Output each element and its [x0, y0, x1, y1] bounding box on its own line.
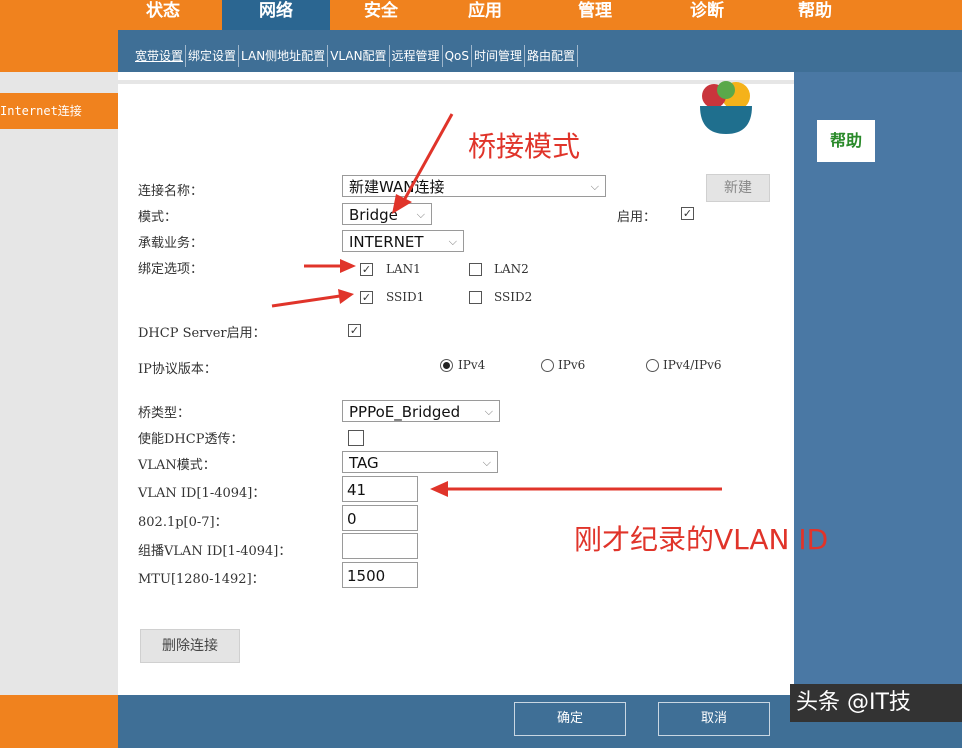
left-nav-internet[interactable]: Internet连接 — [0, 93, 118, 129]
help-panel — [794, 72, 962, 695]
delete-connection-button[interactable]: 删除连接 — [140, 629, 240, 663]
tab-status[interactable]: 状态 — [128, 0, 198, 30]
subtab-lan-address[interactable]: LAN侧地址配置 — [239, 45, 329, 67]
lan1-label: LAN1 — [386, 262, 421, 276]
multicast-vlan-input[interactable] — [342, 533, 418, 559]
mtu-label: MTU[1280-1492]： — [138, 572, 265, 587]
vlan-note-annotation: 刚才纪录的VLAN ID — [574, 523, 829, 556]
chevron-down-icon: ⌵ — [448, 235, 457, 248]
lan1-checkbox[interactable]: ✓ — [360, 263, 373, 276]
connection-name-label: 连接名称： — [138, 184, 204, 199]
subtab-time[interactable]: 时间管理 — [472, 45, 525, 67]
bridge-type-select[interactable]: PPPoE_Bridged ⌵ — [342, 400, 500, 422]
chevron-down-icon: ⌵ — [484, 405, 493, 418]
vlan-mode-value: TAG — [349, 454, 379, 472]
subtab-remote[interactable]: 远程管理 — [390, 45, 443, 67]
ssid2-checkbox[interactable] — [469, 291, 482, 304]
new-button[interactable]: 新建 — [706, 174, 770, 202]
service-value: INTERNET — [349, 233, 424, 251]
subtab-vlan[interactable]: VLAN配置 — [328, 45, 390, 67]
ipv6-radio[interactable] — [541, 359, 554, 372]
dot1p-input[interactable]: 0 — [342, 505, 418, 531]
lan2-checkbox[interactable] — [469, 263, 482, 276]
tab-diagnostics[interactable]: 诊断 — [672, 0, 742, 30]
subtab-qos[interactable]: QoS — [443, 45, 472, 67]
bridge-type-label: 桥类型： — [138, 406, 191, 421]
subtab-binding[interactable]: 绑定设置 — [186, 45, 240, 67]
ok-button[interactable]: 确定 — [514, 702, 626, 736]
dhcp-passthrough-checkbox[interactable] — [348, 430, 364, 446]
salad-bowl-icon — [700, 81, 752, 134]
chevron-down-icon: ⌵ — [482, 456, 491, 469]
chevron-down-icon: ⌵ — [590, 180, 599, 193]
ipv6-label: IPv6 — [558, 358, 586, 372]
tab-security[interactable]: 安全 — [346, 0, 416, 30]
top-nav-edge — [0, 0, 30, 30]
bridge-type-value: PPPoE_Bridged — [349, 403, 461, 421]
ipv4-label: IPv4 — [458, 358, 486, 372]
vlan-mode-select[interactable]: TAG ⌵ — [342, 451, 498, 473]
dhcp-server-label: DHCP Server启用： — [138, 326, 266, 341]
ssid1-label: SSID1 — [386, 290, 425, 304]
dhcp-passthrough-label: 使能DHCP透传： — [138, 432, 244, 447]
watermark: 头条 @IT技 — [790, 684, 962, 722]
bind-options-label: 绑定选项： — [138, 262, 204, 277]
subtab-routing[interactable]: 路由配置 — [525, 45, 578, 67]
service-label: 承载业务： — [138, 236, 204, 251]
ipv4-ipv6-label: IPv4/IPv6 — [663, 358, 722, 372]
tab-application[interactable]: 应用 — [450, 0, 520, 30]
subtab-broadband[interactable]: 宽带设置 — [133, 45, 187, 67]
ssid2-label: SSID2 — [494, 290, 533, 304]
dot1p-label: 802.1p[0-7]： — [138, 515, 228, 530]
multicast-vlan-label: 组播VLAN ID[1-4094]： — [138, 544, 292, 559]
tab-management[interactable]: 管理 — [560, 0, 630, 30]
bridge-mode-annotation: 桥接模式 — [468, 130, 581, 163]
service-select[interactable]: INTERNET ⌵ — [342, 230, 464, 252]
mode-label: 模式： — [138, 210, 178, 225]
arrow-icon — [271, 289, 354, 308]
ssid1-checkbox[interactable]: ✓ — [360, 291, 373, 304]
ip-version-label: IP协议版本： — [138, 362, 217, 377]
ipv4-radio[interactable] — [440, 359, 453, 372]
top-nav: 状态 网络 安全 应用 管理 诊断 帮助 — [0, 0, 962, 30]
cancel-button[interactable]: 取消 — [658, 702, 770, 736]
vlan-id-input[interactable]: 41 — [342, 476, 418, 502]
arrow-icon — [392, 113, 454, 214]
arrow-icon — [304, 259, 356, 273]
lan2-label: LAN2 — [494, 262, 529, 276]
arrow-icon — [430, 481, 722, 497]
sub-nav: 宽带设置 绑定设置 LAN侧地址配置 VLAN配置 远程管理 QoS 时间管理 … — [133, 45, 578, 67]
footer-left — [0, 695, 118, 748]
tab-network[interactable]: 网络 — [222, 0, 330, 30]
dhcp-server-checkbox[interactable]: ✓ — [348, 324, 361, 337]
vlan-mode-label: VLAN模式： — [138, 458, 216, 473]
left-panel — [0, 72, 118, 695]
ipv4-ipv6-radio[interactable] — [646, 359, 659, 372]
vlan-id-label: VLAN ID[1-4094]： — [138, 486, 266, 501]
help-title: 帮助 — [817, 120, 875, 162]
enable-checkbox[interactable]: ✓ — [681, 207, 694, 220]
enable-label: 启用： — [617, 210, 657, 225]
mtu-input[interactable]: 1500 — [342, 562, 418, 588]
tab-help[interactable]: 帮助 — [780, 0, 850, 30]
